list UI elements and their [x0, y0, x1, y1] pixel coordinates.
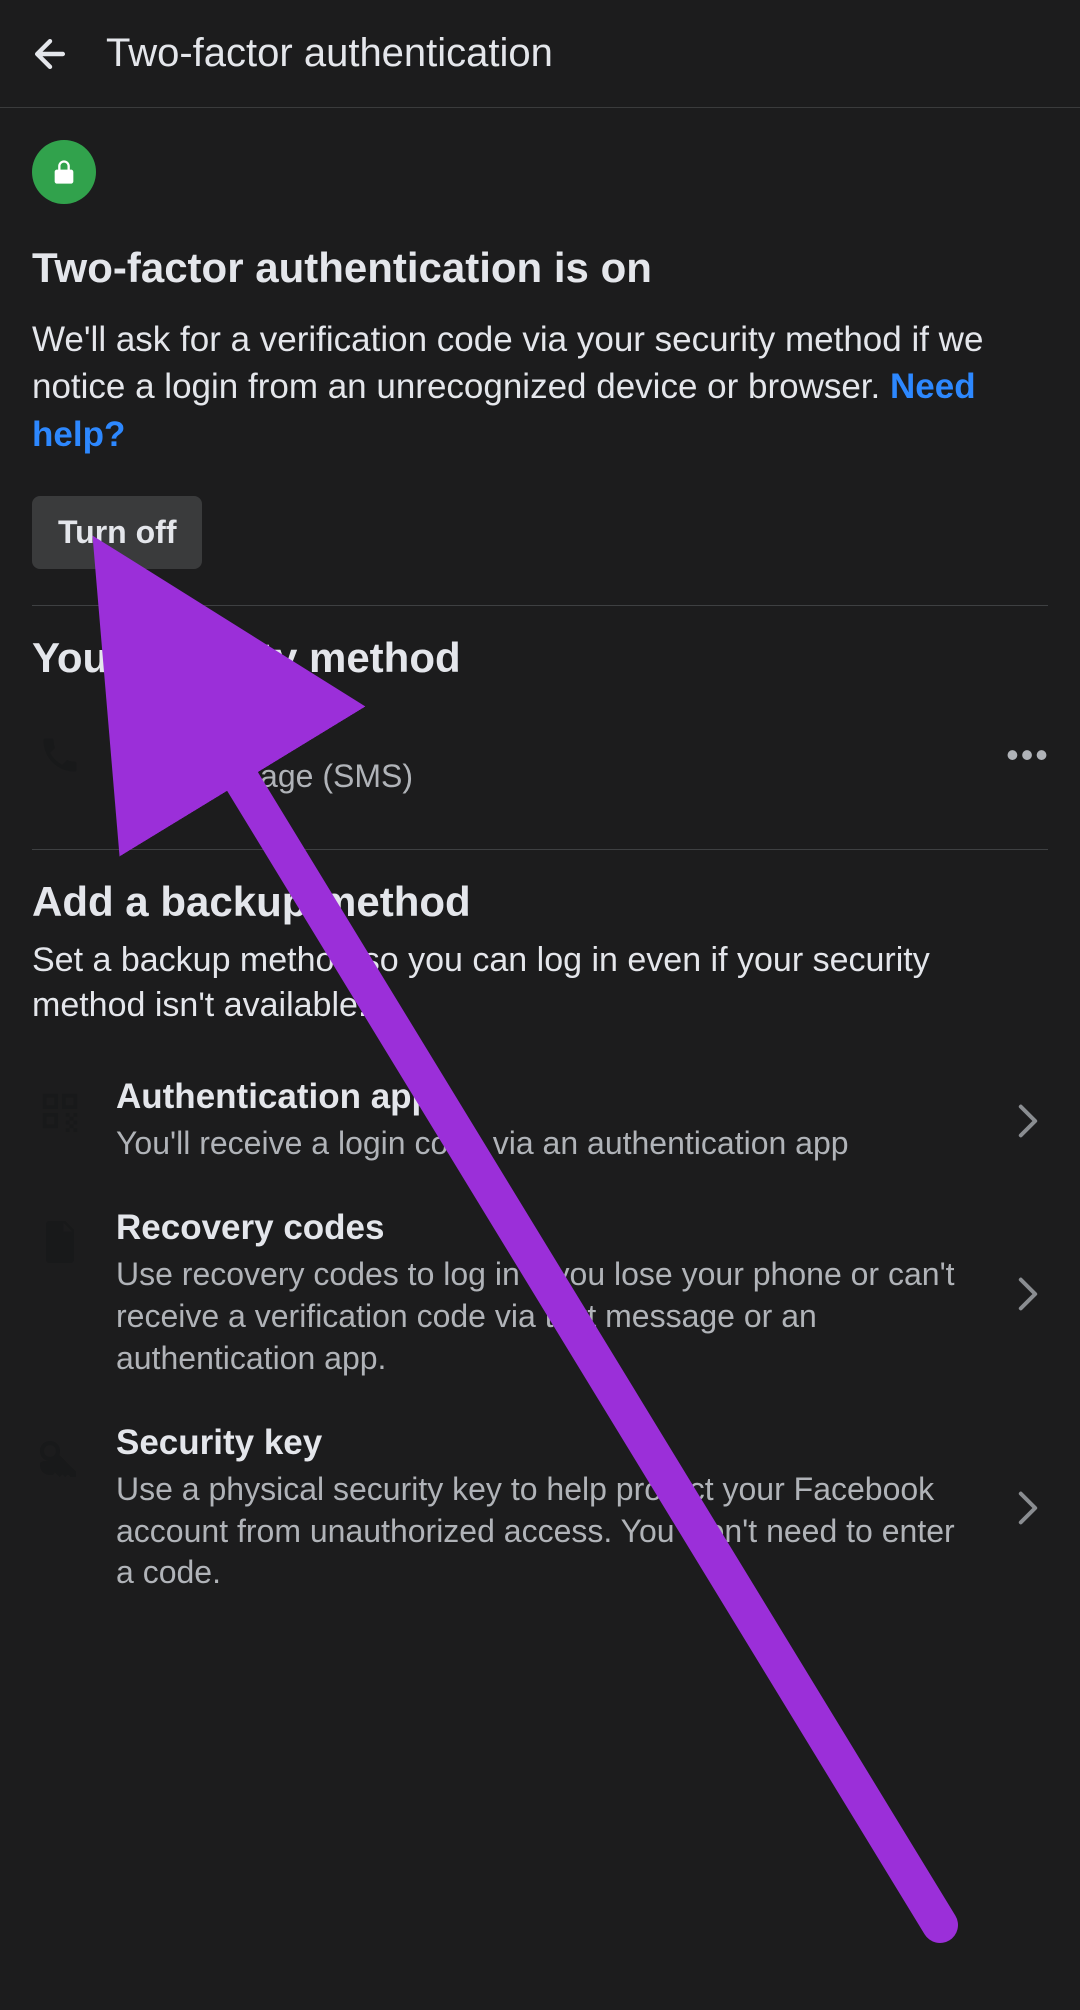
backup-section-heading: Add a backup method — [32, 878, 1048, 926]
backup-item-desc: Use recovery codes to log in if you lose… — [116, 1254, 980, 1379]
chevron-button — [1008, 1490, 1048, 1526]
page-title: Two-factor authentication — [106, 31, 553, 76]
chevron-button — [1008, 1103, 1048, 1139]
backup-item-title: Recovery codes — [116, 1208, 980, 1248]
status-description-text: We'll ask for a verification code via yo… — [32, 320, 983, 406]
backup-item-text: Security key Use a physical security key… — [116, 1423, 980, 1594]
backup-item-recovery-codes[interactable]: Recovery codes Use recovery codes to log… — [32, 1186, 1048, 1401]
backup-item-desc: You'll receive a login code via an authe… — [116, 1123, 980, 1165]
turn-off-button[interactable]: Turn off — [32, 496, 202, 569]
document-icon — [39, 1217, 81, 1267]
security-method-text: (***) ***-**15 Text message (SMS) — [116, 712, 980, 798]
recovery-codes-icon — [32, 1214, 88, 1270]
chevron-button — [1008, 1276, 1048, 1312]
lock-badge — [32, 140, 96, 204]
back-button[interactable] — [28, 32, 72, 76]
backup-item-text: Authentication app You'll receive a logi… — [116, 1077, 980, 1165]
security-method-row[interactable]: (***) ***-**15 Text message (SMS) ••• — [32, 694, 1048, 814]
security-key-icon — [32, 1429, 88, 1485]
backup-item-auth-app[interactable]: Authentication app You'll receive a logi… — [32, 1055, 1048, 1187]
status-heading: Two-factor authentication is on — [32, 244, 1048, 292]
divider — [32, 849, 1048, 850]
arrow-left-icon — [28, 32, 72, 76]
status-description: We'll ask for a verification code via yo… — [32, 316, 1048, 458]
chevron-right-icon — [1017, 1490, 1039, 1526]
header-bar: Two-factor authentication — [0, 0, 1080, 108]
phone-number-masked: (***) ***-**15 — [116, 712, 980, 752]
security-method-heading: Your security method — [32, 634, 1048, 682]
divider — [32, 605, 1048, 606]
phone-icon — [32, 727, 88, 783]
lock-icon — [50, 158, 78, 186]
phone-icon-svg — [38, 733, 82, 777]
more-dots-icon: ••• — [1006, 734, 1050, 776]
backup-section-description: Set a backup method so you can log in ev… — [32, 938, 1048, 1026]
backup-item-security-key[interactable]: Security key Use a physical security key… — [32, 1401, 1048, 1616]
backup-item-text: Recovery codes Use recovery codes to log… — [116, 1208, 980, 1379]
method-type-label: Text message (SMS) — [116, 756, 980, 798]
auth-app-icon — [32, 1083, 88, 1139]
content-area: Two-factor authentication is on We'll as… — [0, 108, 1080, 1616]
qr-icon — [37, 1088, 83, 1134]
backup-item-desc: Use a physical security key to help prot… — [116, 1469, 980, 1594]
backup-item-title: Authentication app — [116, 1077, 980, 1117]
method-more-button[interactable]: ••• — [1008, 734, 1048, 776]
key-icon — [36, 1433, 84, 1481]
chevron-right-icon — [1017, 1276, 1039, 1312]
chevron-right-icon — [1017, 1103, 1039, 1139]
backup-item-title: Security key — [116, 1423, 980, 1463]
